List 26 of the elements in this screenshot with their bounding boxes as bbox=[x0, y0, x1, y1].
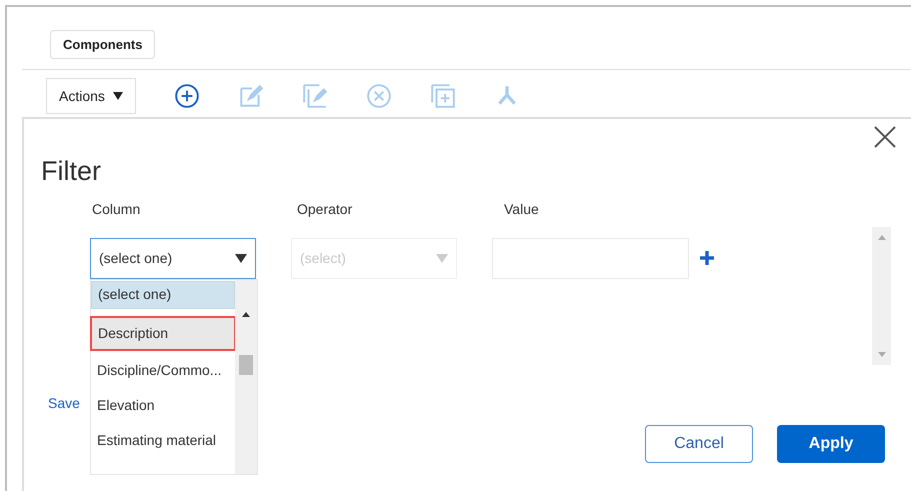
caret-icon bbox=[112, 92, 123, 100]
scroll-up-icon[interactable] bbox=[242, 312, 250, 316]
components-tab[interactable]: Components bbox=[50, 30, 156, 59]
dropdown-option[interactable]: Estimating material bbox=[91, 422, 235, 458]
dropdown-option[interactable]: Description bbox=[90, 316, 236, 350]
operator-header: Operator bbox=[297, 200, 354, 219]
apply-button[interactable]: Apply bbox=[777, 424, 885, 462]
caret-icon bbox=[436, 254, 448, 262]
scrollbar[interactable] bbox=[235, 280, 257, 474]
scrollbar-thumb[interactable] bbox=[239, 354, 253, 374]
dropdown-option[interactable]: Discipline/Commo... bbox=[91, 352, 235, 388]
caret-icon bbox=[235, 254, 247, 262]
dialog-title: Filter bbox=[41, 155, 101, 188]
actions-menu-button[interactable]: Actions bbox=[46, 78, 136, 114]
dropdown-option[interactable]: Elevation bbox=[91, 388, 235, 422]
value-header: Value bbox=[504, 200, 539, 218]
scroll-down-icon[interactable] bbox=[878, 352, 886, 356]
column-select[interactable]: (select one) bbox=[90, 238, 256, 278]
scrollbar[interactable] bbox=[872, 226, 891, 364]
plus-circle-icon[interactable] bbox=[174, 83, 200, 109]
column-header: Column bbox=[91, 200, 142, 218]
close-icon[interactable] bbox=[873, 125, 897, 149]
dropdown-option[interactable]: (select one) bbox=[91, 280, 235, 308]
save-link[interactable]: Save bbox=[48, 392, 80, 414]
plus-icon[interactable] bbox=[699, 250, 715, 266]
cancel-button[interactable]: Cancel bbox=[645, 424, 753, 462]
